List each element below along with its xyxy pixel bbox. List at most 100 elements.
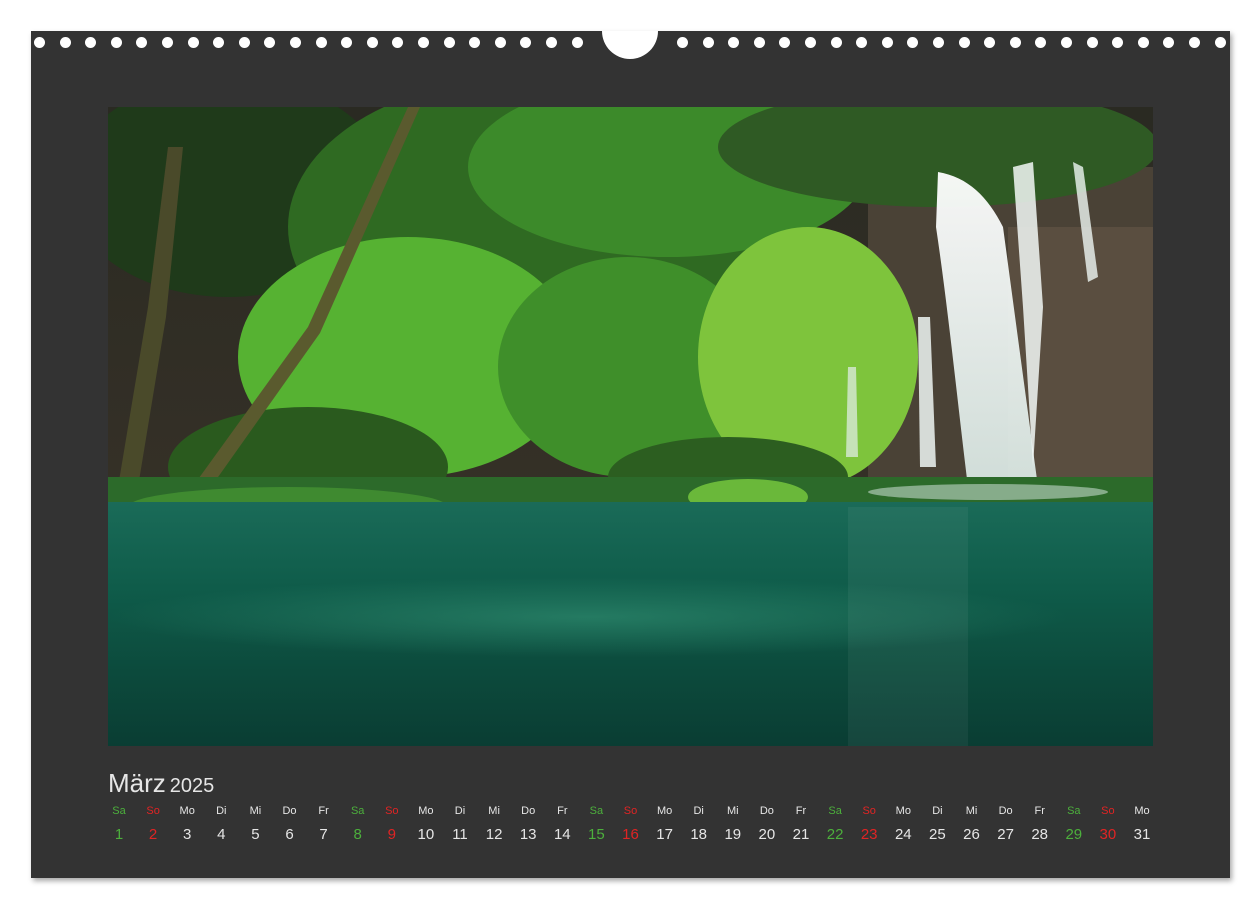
binding-hole <box>1214 37 1226 48</box>
day-cell: Sa 15 <box>579 804 613 843</box>
weekday-label: Mo <box>179 805 195 817</box>
binding-hole <box>136 37 148 48</box>
day-number: 20 <box>758 826 776 843</box>
day-number: 21 <box>792 826 810 843</box>
binding-hole <box>469 37 481 48</box>
weekday-label: So <box>1101 805 1115 817</box>
weekday-label: Di <box>454 805 466 817</box>
binding-hole <box>907 37 919 48</box>
day-cell: Mi 26 <box>955 804 989 843</box>
day-number: 15 <box>588 826 605 843</box>
day-cell: So 16 <box>614 804 648 843</box>
binding-hole <box>830 37 842 48</box>
binding-hole <box>443 37 455 48</box>
binding-hole <box>418 37 429 48</box>
weekday-label: Do <box>521 805 536 817</box>
weekday-label: Do <box>759 805 774 817</box>
weekday-label: Mo <box>418 805 434 817</box>
binding-hole <box>520 37 532 48</box>
day-number: 9 <box>387 826 396 843</box>
binding-hole <box>59 37 71 48</box>
day-number: 23 <box>860 826 878 843</box>
day-number: 13 <box>519 826 537 843</box>
weekday-label: Do <box>998 805 1013 817</box>
day-number: 24 <box>894 826 912 843</box>
weekday-label: Di <box>693 805 704 817</box>
weekday-label: Mi <box>249 805 262 817</box>
day-number: 31 <box>1133 826 1151 843</box>
day-strip: Sa 1 So 2 Mo 3 Di 4 Mi 5 Do 6 Fr 7 Sa 8 So 9 Mo 10 Di 11 Mi 12 D… <box>102 804 1158 848</box>
binding-hole <box>958 37 970 48</box>
day-number: 2 <box>148 826 158 843</box>
binding-hole <box>1086 37 1098 48</box>
binding-hole <box>933 37 944 48</box>
binding-hole <box>34 37 45 48</box>
day-number: 28 <box>1031 826 1049 843</box>
day-cell: So 9 <box>375 804 409 843</box>
weekday-label: Di <box>932 805 943 817</box>
binding-hole <box>677 37 688 48</box>
day-cell: Sa 22 <box>818 804 852 843</box>
binding-hole <box>1163 37 1175 48</box>
binding-hole <box>805 37 816 48</box>
day-number: 4 <box>217 826 226 843</box>
day-number: 29 <box>1065 826 1083 843</box>
weekday-label: Sa <box>828 805 842 817</box>
weekday-label: Mi <box>965 805 978 817</box>
day-cell: Mi 19 <box>716 804 750 843</box>
month-year: 2025 <box>169 775 215 797</box>
day-number: 22 <box>826 826 844 843</box>
binding-hole <box>392 37 404 48</box>
day-cell: Do 6 <box>273 804 307 843</box>
weekday-label: Sa <box>1067 805 1081 817</box>
weekday-label: So <box>623 805 638 817</box>
weekday-label: Mo <box>1134 805 1150 817</box>
binding-hole <box>238 37 250 48</box>
weekday-label: Mo <box>895 805 911 817</box>
weekday-label: So <box>862 805 876 817</box>
day-cell: Do 13 <box>511 804 545 843</box>
day-number: 27 <box>997 826 1014 843</box>
binding-hole <box>1189 37 1200 48</box>
binding-hole <box>315 37 327 48</box>
day-number: 12 <box>485 826 503 843</box>
day-cell: Mo 24 <box>886 804 920 843</box>
day-number: 11 <box>452 826 468 843</box>
month-title: März 2025 <box>108 768 214 799</box>
weekday-label: Sa <box>350 805 365 817</box>
day-number: 25 <box>929 826 946 843</box>
day-cell: Di 25 <box>920 804 954 843</box>
binding-hole <box>366 37 378 48</box>
binding-hole <box>571 37 583 48</box>
binding-hole <box>213 37 225 48</box>
day-cell: Di 18 <box>682 804 716 843</box>
day-cell: So 23 <box>852 804 886 843</box>
day-number: 30 <box>1099 826 1117 843</box>
binding-hole <box>341 37 353 48</box>
day-number: 6 <box>285 826 294 843</box>
day-cell: Fr 21 <box>784 804 818 843</box>
day-cell: So 30 <box>1091 804 1125 843</box>
day-cell: Mo 31 <box>1125 804 1159 843</box>
month-name: März <box>108 768 166 798</box>
day-cell: Mo 10 <box>409 804 443 843</box>
day-number: 26 <box>963 826 980 843</box>
day-number: 1 <box>114 826 124 843</box>
binding-hole <box>702 37 714 48</box>
day-number: 19 <box>724 826 742 843</box>
weekday-label: Fr <box>795 805 807 817</box>
day-cell: Do 27 <box>989 804 1023 843</box>
binding-hole <box>290 37 301 48</box>
day-number: 18 <box>690 826 708 843</box>
binding-hole <box>110 37 122 48</box>
waterfall-photo <box>108 107 1153 746</box>
day-cell: So 2 <box>136 804 170 843</box>
day-cell: Mi 5 <box>238 804 272 843</box>
binding-hole <box>984 37 996 48</box>
weekday-label: So <box>385 805 399 817</box>
day-cell: Di 4 <box>204 804 238 843</box>
weekday-label: Di <box>216 805 227 817</box>
binding-hole <box>85 37 97 48</box>
day-number: 7 <box>319 826 328 843</box>
binding-hole <box>187 37 199 48</box>
